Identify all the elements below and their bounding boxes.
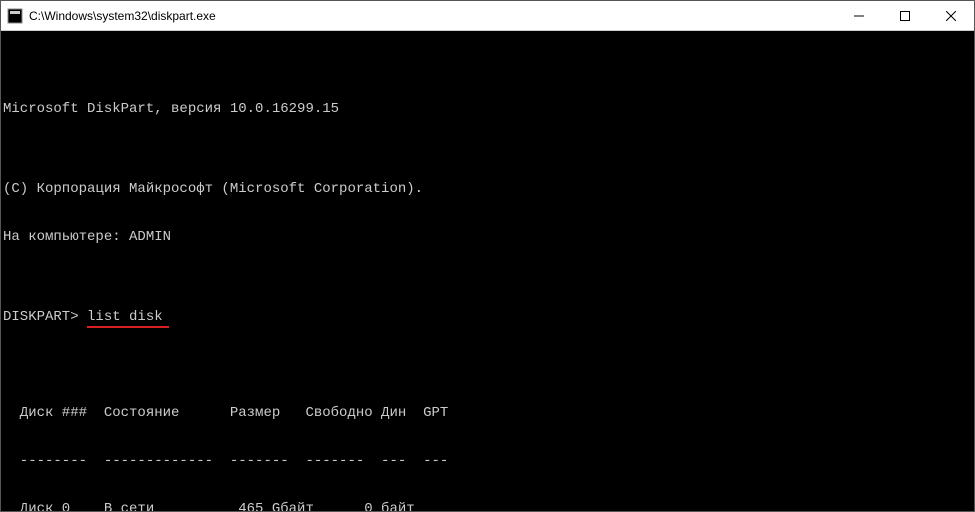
table-divider: -------- ------------- ------- ------- -… [3,453,972,469]
terminal-line: Microsoft DiskPart, версия 10.0.16299.15 [3,101,972,117]
table-header: Диск ### Состояние Размер Свободно Дин G… [3,405,972,421]
maximize-button[interactable] [882,1,928,30]
app-icon [7,8,23,24]
annotation-underline [87,326,169,328]
window-title: C:\Windows\system32\diskpart.exe [29,9,216,23]
table-row: Диск 0 В сети 465 Gбайт 0 байт [3,501,972,511]
close-button[interactable] [928,1,974,30]
diskpart-window: C:\Windows\system32\diskpart.exe Microso… [0,0,975,512]
prompt: DISKPART> [3,309,87,325]
minimize-button[interactable] [836,1,882,30]
command: list disk [87,309,163,325]
prompt-line: DISKPART> list disk [3,309,972,325]
terminal-output[interactable]: Microsoft DiskPart, версия 10.0.16299.15… [1,31,974,511]
titlebar[interactable]: C:\Windows\system32\diskpart.exe [1,1,974,31]
terminal-line: На компьютере: ADMIN [3,229,972,245]
window-controls [836,1,974,30]
blank-line [3,357,972,373]
terminal-line: (C) Корпорация Майкрософт (Microsoft Cor… [3,181,972,197]
